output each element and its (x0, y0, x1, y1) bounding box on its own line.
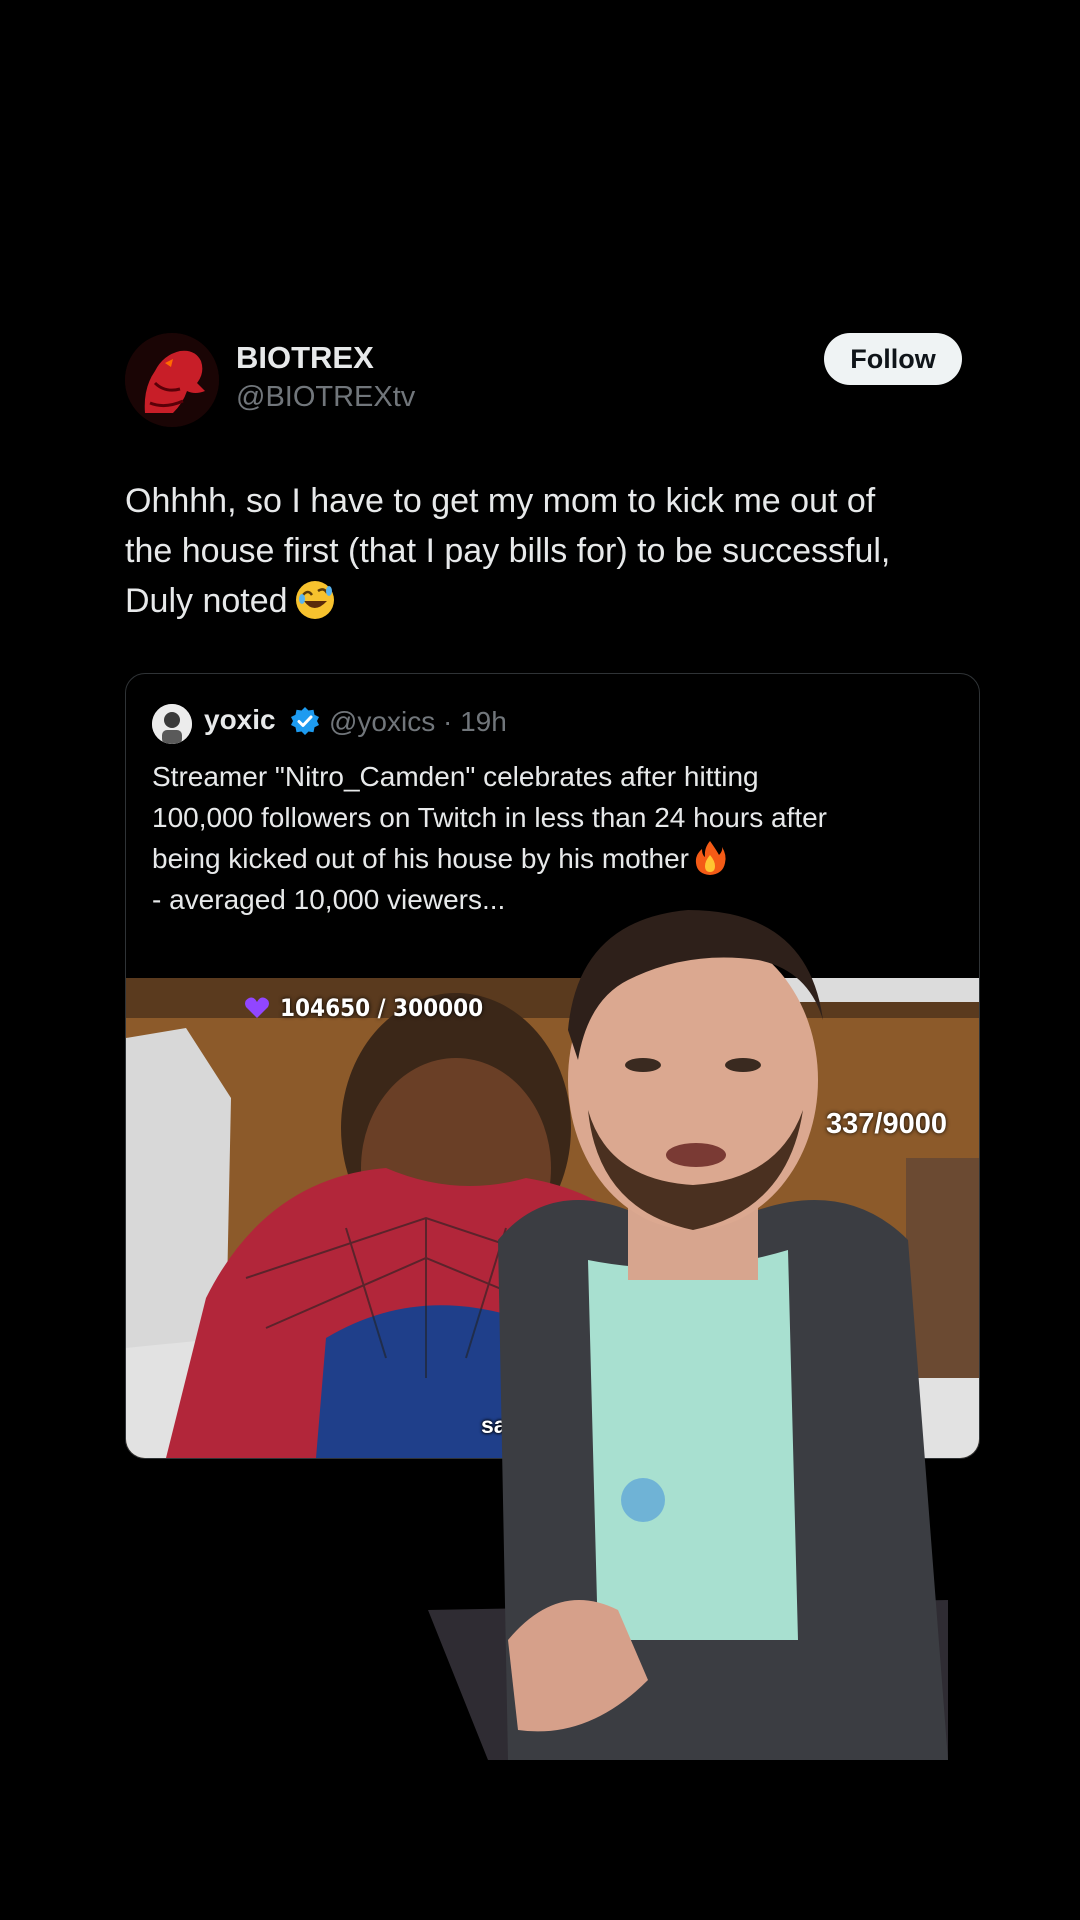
quoted-author-name[interactable]: yoxic (204, 704, 276, 736)
quoted-handle-time: @yoxics · 19h (329, 706, 507, 737)
tweet-text: Ohhhh, so I have to get my mom to kick m… (125, 476, 975, 626)
author-handle[interactable]: @BIOTREXtv (236, 381, 415, 414)
heart-icon (245, 997, 269, 1018)
author-display-name[interactable]: BIOTREX (236, 340, 374, 376)
quoted-author-avatar[interactable] (152, 704, 192, 744)
fire-emoji-icon (695, 840, 726, 875)
screen: BIOTREX @BIOTREXtv Follow Ohhhh, so I ha… (0, 0, 1080, 1920)
tweet-text-body: Ohhhh, so I have to get my mom to kick m… (125, 482, 891, 620)
author-avatar[interactable] (125, 333, 219, 427)
follow-button[interactable]: Follow (824, 333, 962, 385)
reactor-cutout-image (428, 880, 948, 1760)
verified-badge-icon (291, 707, 319, 735)
rolling-laughing-emoji-icon (295, 581, 334, 620)
